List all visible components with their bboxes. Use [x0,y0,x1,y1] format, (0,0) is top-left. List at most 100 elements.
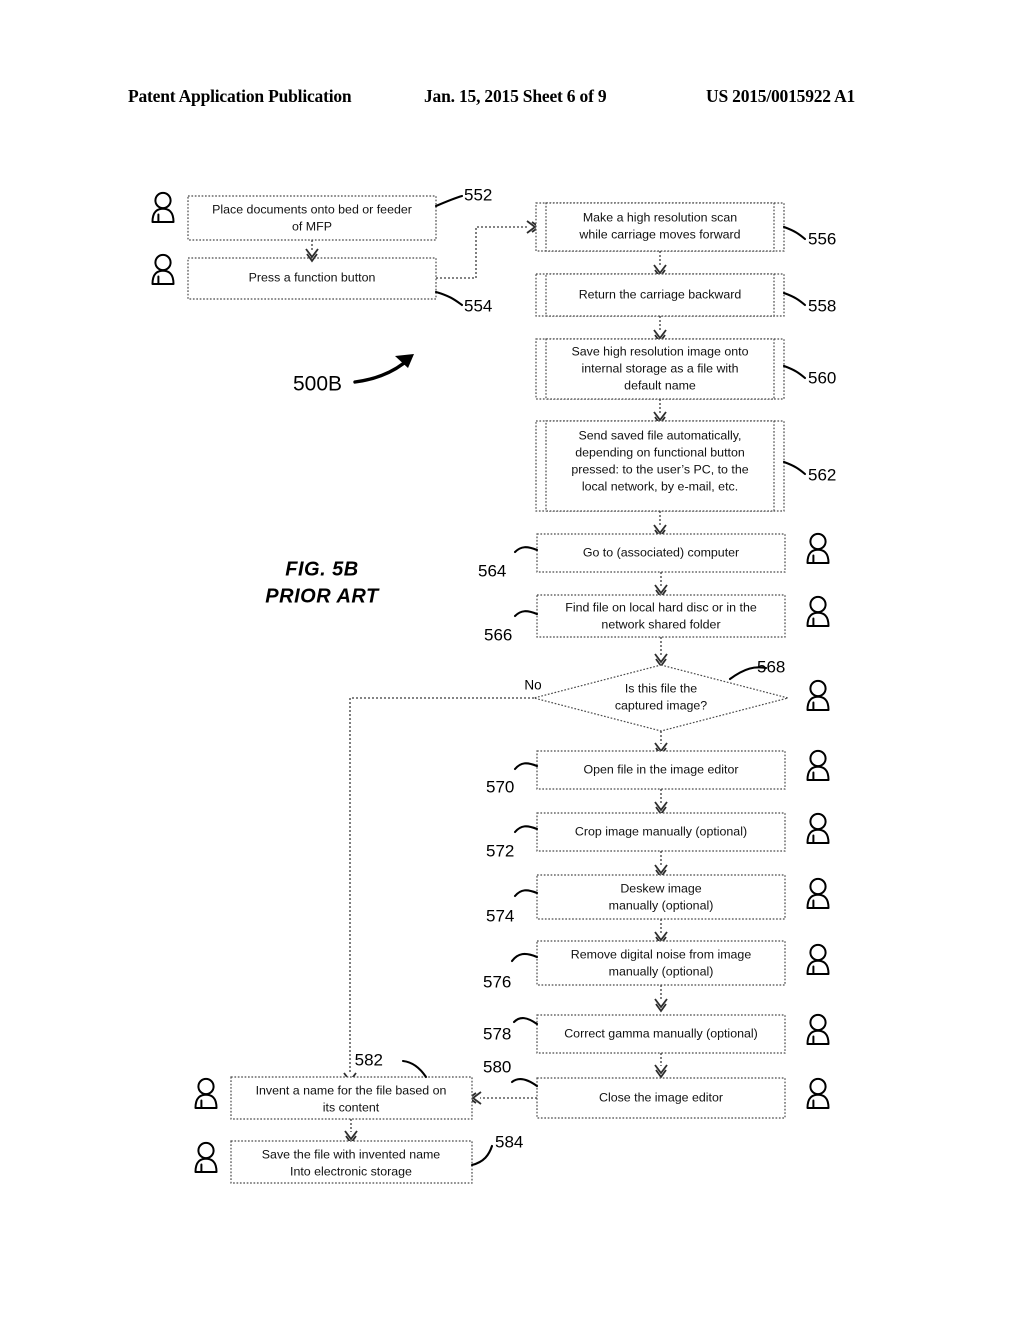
node-label-line: captured image? [615,698,707,712]
connector-no-branch: No [343,678,542,1086]
node-label-line: Invent a name for the file based on [256,1083,447,1097]
ref-leader [782,225,807,241]
figure-5b-flowchart: Place documents onto bed or feeder of MF… [151,185,836,1184]
ref-leader [513,610,539,618]
node-label-line: Correct gamma manually (optional) [564,1026,758,1040]
ref-leader [510,952,539,963]
node-label-line: Open file in the image editor [584,762,739,776]
node-label-line: local network, by e-mail, etc. [582,479,738,493]
connector-564-566 [654,572,668,598]
ref-number: 554 [464,296,492,315]
diagram-ref-label: 500B [293,373,342,396]
ref-leader [782,291,807,307]
node-label-line: Press a function button [249,270,376,284]
ref-leader [401,1059,428,1079]
node-554[interactable]: Press a function button 554 [151,253,493,316]
ref-number: 562 [808,465,836,484]
ref-number: 578 [483,1024,511,1043]
node-label-line: manually (optional) [609,964,714,978]
connector-560-562 [653,399,667,425]
ref-number: 564 [478,561,506,580]
ref-leader [510,1077,539,1088]
node-552[interactable]: Place documents onto bed or feeder of MF… [151,185,493,241]
node-572[interactable]: Crop image manually (optional) 572 [486,812,830,860]
node-564[interactable]: Go to (associated) computer 564 [478,532,830,581]
node-568[interactable]: Is this file the captured image? 568 [531,657,830,732]
node-566[interactable]: Find file on local hard disc or in the n… [484,594,830,644]
person-icon [806,749,830,781]
figure-label: FIG. 5B [285,558,359,580]
connector-574-576 [654,919,668,945]
ref-leader [434,290,464,307]
node-label-line: Return the carriage backward [579,287,742,301]
node-label-line: depending on functional button [575,445,745,459]
connector-582-584 [344,1119,358,1144]
ref-number: 582 [355,1050,383,1069]
ref-leader [470,1144,494,1167]
node-label-line: internal storage as a file with [581,361,738,375]
ref-leader [512,1017,539,1026]
person-icon [151,253,175,285]
person-icon [806,943,830,975]
node-576[interactable]: Remove digital noise from image manually… [483,940,830,991]
ref-number: 574 [486,906,514,925]
node-label-line: default name [624,378,696,392]
ref-number: 570 [486,777,514,796]
ref-leader [513,889,539,898]
node-label-line: Send saved file automatically, [578,428,741,442]
node-label-line: Place documents onto bed or feeder [212,202,412,216]
ref-number: 572 [486,841,514,860]
node-578[interactable]: Correct gamma manually (optional) 578 [483,1013,830,1054]
diagram-ref-500b: 500B [293,354,414,396]
person-icon [151,191,175,223]
node-label-line: Find file on local hard disc or in the [565,600,757,614]
node-label-line: Close the image editor [599,1090,723,1104]
person-icon [806,595,830,627]
node-label-line: network shared folder [601,617,720,631]
node-562[interactable]: Send saved file automatically, depending… [535,420,836,512]
person-icon [806,1077,830,1109]
person-icon [194,1077,218,1109]
connector-554-556 [436,220,540,279]
node-label-line: Make a high resolution scan [583,210,737,224]
ref-number: 556 [808,229,836,248]
node-label-line: pressed: to the user’s PC, to the [571,462,748,476]
ref-number: 560 [808,368,836,387]
node-label-line: Crop image manually (optional) [575,824,747,838]
ref-leader [434,194,464,208]
node-560[interactable]: Save high resolution image onto internal… [535,338,836,400]
person-icon [806,812,830,844]
node-label-line: Into electronic storage [290,1164,412,1178]
connector-566-568 [654,637,668,667]
ref-number: 584 [495,1132,523,1151]
figure-caption: FIG. 5B PRIOR ART [265,558,379,607]
node-584[interactable]: Save the file with invented name Into el… [194,1132,524,1184]
node-label-line: Save the file with invented name [262,1147,441,1161]
node-label-line: while carriage moves forward [578,227,740,241]
connector-578-580 [654,1053,668,1078]
ref-number: 576 [483,972,511,991]
ref-number: 558 [808,296,836,315]
node-570[interactable]: Open file in the image editor 570 [486,749,830,797]
person-icon [806,1013,830,1045]
node-label-line: Save high resolution image onto [571,344,748,358]
ref-leader [513,546,539,554]
ref-leader [513,825,539,834]
connector-570-572 [654,789,668,815]
connector-562-564 [653,511,667,538]
node-558[interactable]: Return the carriage backward 558 [535,273,836,317]
ref-number: 552 [464,185,492,204]
node-574[interactable]: Deskew image manually (optional) 574 [486,874,830,925]
person-icon [806,532,830,564]
node-556[interactable]: Make a high resolution scan while carria… [535,202,836,252]
ref-leader [782,364,807,380]
connector-580-582 [468,1091,537,1105]
node-label-line: Go to (associated) computer [583,545,739,559]
node-label-line: its content [323,1100,380,1114]
person-icon [194,1141,218,1173]
node-label-line: of MFP [292,219,332,233]
ref-leader [513,762,539,771]
connector-556-558 [653,251,667,278]
ref-number: 568 [757,657,785,676]
node-582[interactable]: Invent a name for the file based on its … [194,1050,473,1120]
